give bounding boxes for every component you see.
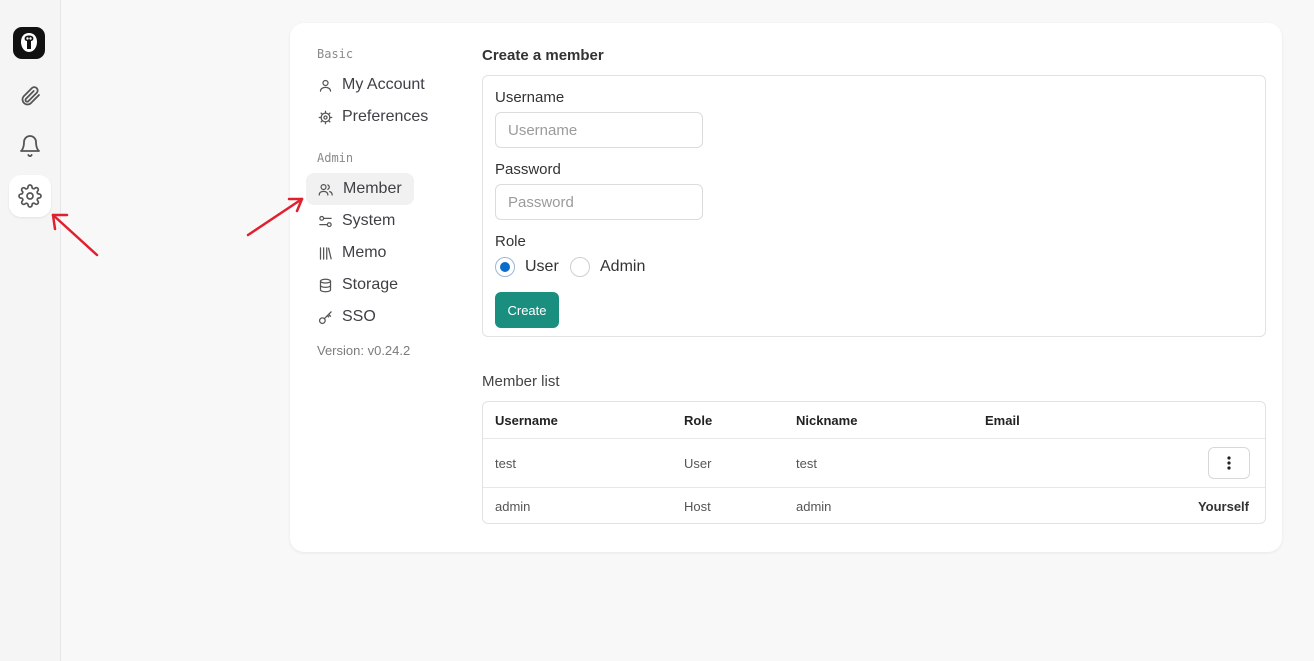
username-label: Username [495,89,565,106]
cell-username: admin [495,499,531,514]
password-label: Password [495,161,561,178]
library-icon [319,246,332,260]
table-divider [483,438,1265,439]
column-header-email: Email [985,413,1020,428]
app-logo[interactable] [13,27,45,59]
settings-nav-member[interactable]: Member [306,173,414,205]
attachment-nav-button[interactable] [9,75,51,117]
nav-label: Memo [342,244,387,261]
password-input[interactable] [495,184,703,220]
more-vertical-icon [1227,456,1231,470]
settings-nav-storage[interactable]: Storage [306,269,410,301]
paperclip-icon [21,86,40,106]
basic-section-label: Basic [317,47,354,61]
database-icon [319,278,332,292]
radio-checked-indicator [495,257,515,277]
settings-sliders-icon [319,215,332,227]
table-divider [483,487,1265,488]
users-icon [318,183,333,196]
settings-card: Basic My Account Preferences Admin Membe… [290,23,1282,552]
version-text: Version: v0.24.2 [317,343,411,358]
cell-nickname: test [796,456,817,471]
radio-label: User [525,258,559,275]
nav-rail [0,0,61,661]
role-radio-user[interactable]: User [495,257,559,277]
nav-label: SSO [342,308,376,325]
radio-unchecked-indicator [570,257,590,277]
nav-label: System [342,212,396,229]
role-radio-admin[interactable]: Admin [570,257,645,277]
column-header-nickname: Nickname [796,413,858,428]
create-member-title: Create a member [482,47,604,64]
gear-icon [18,184,42,208]
app-logo-icon [21,33,37,52]
cog-icon [318,110,333,124]
cell-nickname: admin [796,499,832,514]
settings-nav-system[interactable]: System [306,205,407,237]
column-header-username: Username [495,413,558,428]
cell-role: Host [684,499,711,514]
row-actions-button[interactable] [1208,447,1250,479]
settings-nav-my-account[interactable]: My Account [306,69,437,101]
radio-label: Admin [600,258,646,275]
nav-label: Member [343,180,402,197]
create-button[interactable]: Create [495,292,559,328]
settings-nav-memo[interactable]: Memo [306,237,398,269]
nav-label: My Account [342,76,425,93]
settings-nav-preferences[interactable]: Preferences [306,101,440,133]
role-label: Role [495,233,526,250]
notifications-nav-button[interactable] [9,125,51,167]
bell-icon [20,135,40,157]
create-member-form: Username Password Role User Admin Create [482,75,1266,337]
member-table: Username Role Nickname Email test User t… [482,401,1266,524]
username-input[interactable] [495,112,703,148]
nav-label: Storage [342,276,399,293]
member-list-title: Member list [482,373,560,390]
key-icon [318,310,332,324]
column-header-role: Role [684,413,713,428]
nav-label: Preferences [342,108,429,125]
user-icon [319,79,332,92]
admin-section-label: Admin [317,151,354,165]
cell-username: test [495,456,516,471]
yourself-label: Yourself [1197,499,1249,514]
settings-nav-sso[interactable]: SSO [306,301,388,333]
cell-role: User [684,456,712,471]
settings-nav-button[interactable] [9,175,51,217]
